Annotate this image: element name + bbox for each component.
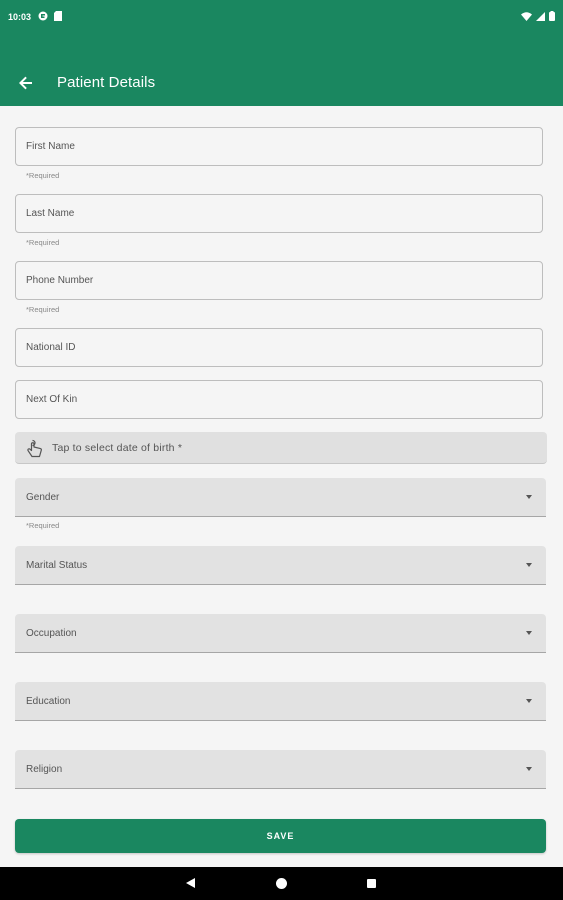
date-of-birth-label: Tap to select date of birth * [52, 441, 183, 454]
gender-label: Gender [26, 492, 60, 503]
religion-label: Religion [26, 764, 63, 775]
first-name-input[interactable] [16, 128, 542, 165]
education-select[interactable]: Education [15, 682, 546, 721]
last-name-field[interactable] [15, 194, 543, 233]
status-time: 10:03 [8, 12, 32, 22]
battery-icon [549, 11, 555, 21]
next-of-kin-field[interactable] [15, 380, 543, 419]
system-nav-bar [0, 867, 563, 900]
app-notification-icon [38, 11, 48, 23]
gender-select[interactable]: Gender [15, 478, 546, 517]
sd-card-icon [54, 11, 62, 23]
app-bar: Patient Details [0, 36, 563, 106]
page-title: Patient Details [57, 74, 156, 91]
nav-recents-icon[interactable] [367, 879, 376, 888]
status-bar: 10:03 [0, 0, 563, 36]
phone-number-input[interactable] [16, 262, 542, 299]
first-name-helper: *Required [26, 171, 60, 180]
dropdown-arrow-icon [526, 631, 532, 635]
last-name-helper: *Required [26, 238, 60, 247]
first-name-field[interactable] [15, 127, 543, 166]
occupation-select[interactable]: Occupation [15, 614, 546, 653]
date-of-birth-button[interactable]: Tap to select date of birth * [15, 432, 547, 464]
religion-select[interactable]: Religion [15, 750, 546, 789]
nav-back-icon[interactable] [186, 878, 195, 888]
last-name-input[interactable] [16, 195, 542, 232]
dropdown-arrow-icon [526, 699, 532, 703]
dropdown-arrow-icon [526, 495, 532, 499]
touch-icon [25, 438, 45, 458]
national-id-input[interactable] [16, 329, 542, 366]
phone-number-field[interactable] [15, 261, 543, 300]
nav-home-icon[interactable] [276, 878, 287, 889]
marital-status-select[interactable]: Marital Status [15, 546, 546, 585]
education-label: Education [26, 696, 71, 707]
next-of-kin-input[interactable] [16, 381, 542, 418]
marital-status-label: Marital Status [26, 560, 88, 571]
national-id-field[interactable] [15, 328, 543, 367]
dropdown-arrow-icon [526, 767, 532, 771]
arrow-back-icon [19, 76, 33, 95]
phone-number-helper: *Required [26, 305, 60, 314]
gender-helper: *Required [26, 521, 60, 530]
back-button[interactable] [12, 71, 40, 99]
occupation-label: Occupation [26, 628, 77, 639]
wifi-icon [521, 11, 532, 21]
save-button[interactable]: SAVE [15, 819, 546, 853]
dropdown-arrow-icon [526, 563, 532, 567]
patient-form: *Required *Required *Required Tap to sel… [0, 106, 563, 867]
signal-icon [536, 11, 545, 21]
